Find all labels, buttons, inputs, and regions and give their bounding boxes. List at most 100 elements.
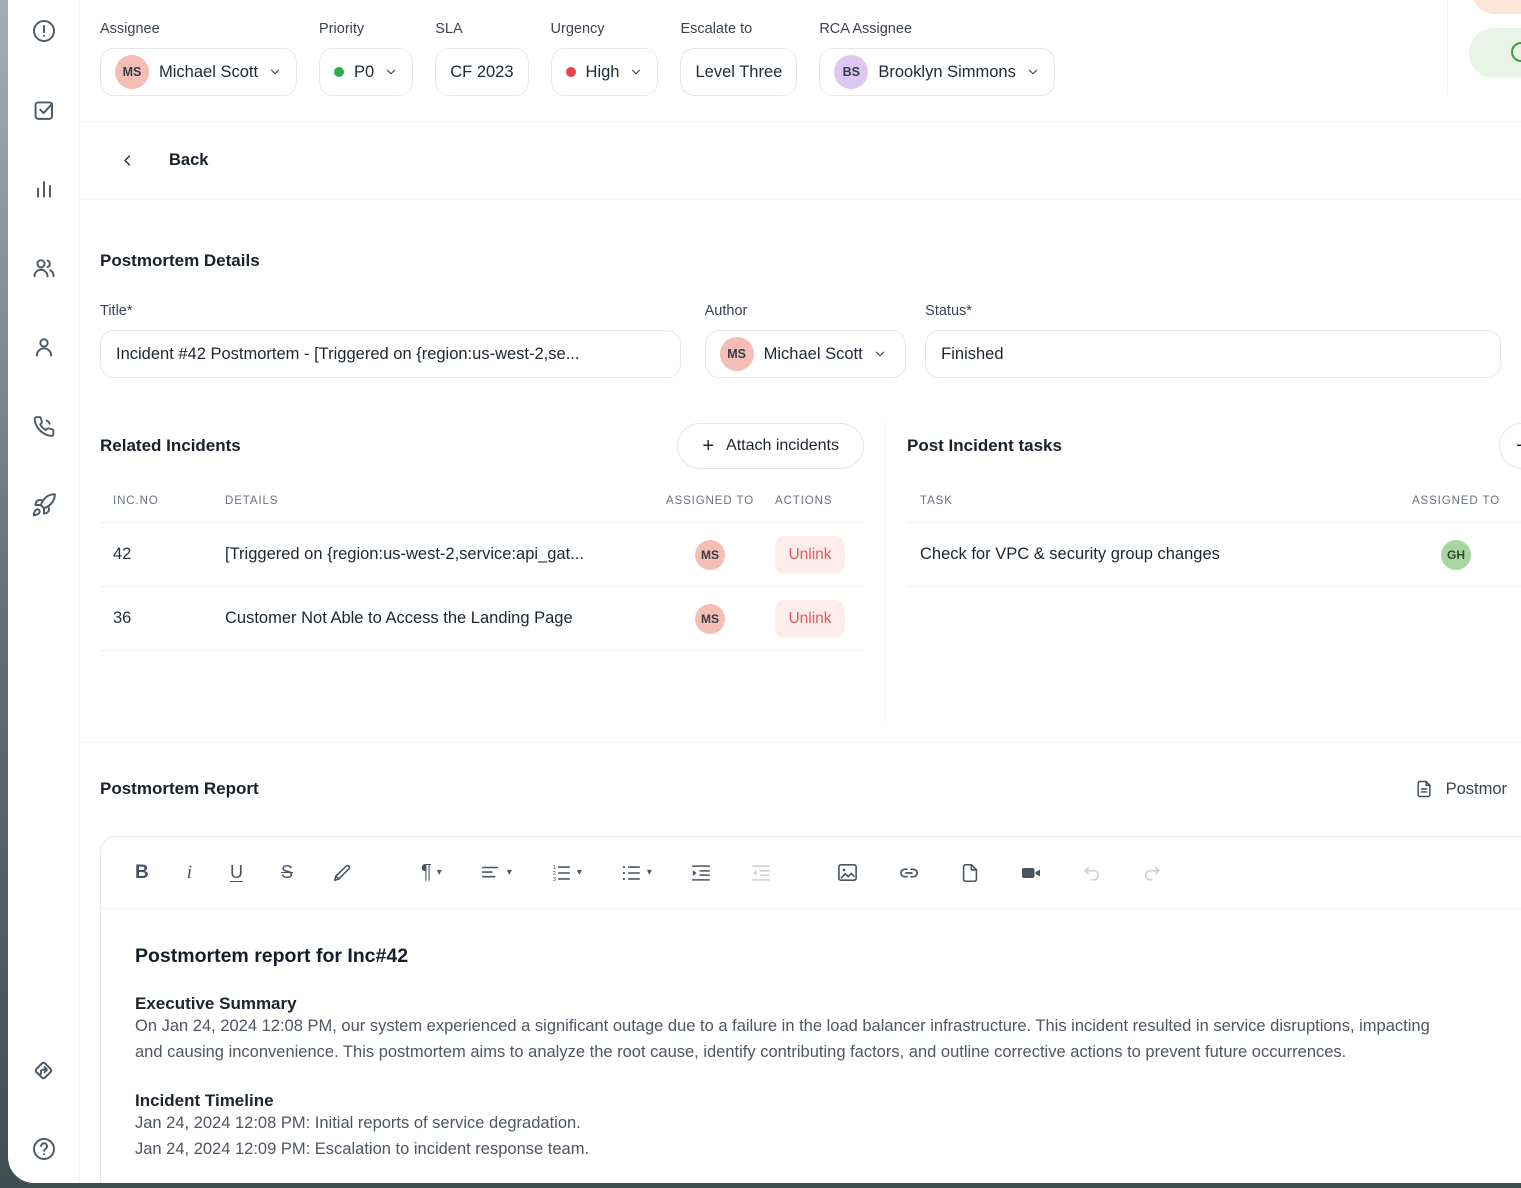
status-label: Status*	[925, 303, 1501, 319]
text-align-button[interactable]: ▾	[480, 862, 512, 884]
table-row: 42 [Triggered on {region:us-west-2,servi…	[100, 523, 863, 587]
priority-select[interactable]: P0	[319, 48, 413, 96]
rca-assignee-value: Brooklyn Simmons	[878, 63, 1016, 82]
phone-call-icon	[31, 414, 56, 439]
outdent-button[interactable]	[750, 862, 772, 884]
title-input[interactable]	[100, 330, 681, 378]
italic-button[interactable]: i	[187, 862, 192, 884]
sla-value-box[interactable]: CF 2023	[435, 48, 528, 96]
rca-assignee-select[interactable]: BS Brooklyn Simmons	[819, 48, 1055, 96]
urgency-dot-icon	[566, 67, 576, 77]
assignee-field: Assignee MS Michael Scott	[100, 21, 297, 121]
incidents-tasks-row: Related Incidents + Attach incidents INC…	[80, 417, 1521, 743]
insert-link-button[interactable]	[897, 861, 921, 885]
chevron-left-icon[interactable]	[120, 153, 135, 168]
postmortem-report-section: Postmortem Report Postmor B i U S ¶▾	[80, 779, 1521, 1183]
escalate-to-field: Escalate to Level Three	[680, 21, 797, 121]
sla-field: SLA CF 2023	[435, 21, 528, 121]
outdent-icon	[750, 862, 772, 884]
paragraph-line: and causing inconvenience. This postmort…	[135, 1040, 1521, 1066]
insert-image-button[interactable]	[836, 861, 859, 884]
attach-file-button[interactable]	[959, 862, 981, 884]
tasks-table-header: TASK ASSIGNED TO	[907, 469, 1521, 523]
topbar-cut-button-orange[interactable]	[1471, 0, 1521, 14]
attach-incidents-button[interactable]: + Attach incidents	[677, 423, 864, 469]
editor-document[interactable]: Postmortem report for Inc#42 Executive S…	[101, 909, 1521, 1162]
undo-button[interactable]	[1081, 862, 1103, 884]
rca-assignee-field: RCA Assignee BS Brooklyn Simmons	[819, 21, 1055, 121]
timeline-line: Jan 24, 2024 12:08 PM: Initial reports o…	[135, 1111, 1521, 1137]
incident-number: 42	[113, 545, 225, 564]
unlink-button[interactable]: Unlink	[775, 536, 845, 574]
underline-button[interactable]: U	[230, 862, 243, 883]
section-heading: Incident Timeline	[135, 1091, 1521, 1111]
escalate-to-value: Level Three	[695, 63, 782, 82]
urgency-select[interactable]: High	[551, 48, 659, 96]
redo-button[interactable]	[1141, 862, 1163, 884]
chevron-down-icon	[268, 65, 282, 79]
strikethrough-button[interactable]: S	[281, 862, 293, 883]
incident-number: 36	[113, 609, 225, 628]
indent-button[interactable]	[690, 862, 712, 884]
insert-video-button[interactable]	[1019, 861, 1043, 885]
sidebar-item-getting-started[interactable]	[30, 1056, 58, 1084]
user-icon	[31, 334, 57, 360]
sidebar-item-teams[interactable]	[30, 254, 58, 282]
navigation-diamond-icon	[30, 1057, 57, 1084]
highlighter-icon	[331, 862, 353, 884]
status-input[interactable]	[925, 330, 1501, 378]
video-camera-icon	[1019, 861, 1043, 885]
sidebar-item-help[interactable]	[30, 1135, 58, 1163]
topbar-divider	[1447, 0, 1448, 95]
incident-attribute-bar: Assignee MS Michael Scott Priority P0 SL…	[80, 0, 1521, 122]
plus-icon: +	[1516, 436, 1521, 456]
postmortem-template-label: Postmor	[1446, 780, 1507, 799]
document-section: Executive Summary On Jan 24, 2024 12:08 …	[135, 994, 1521, 1065]
avatar: MS	[115, 55, 149, 89]
escalate-to-value-box[interactable]: Level Three	[680, 48, 797, 96]
file-icon	[959, 862, 981, 884]
author-field: Author MS Michael Scott	[705, 303, 907, 378]
topbar-cut-button-green[interactable]	[1469, 28, 1521, 78]
sidebar	[8, 0, 80, 1183]
assigned-avatar: GH	[1441, 540, 1471, 570]
urgency-field: Urgency High	[551, 21, 659, 121]
bullet-list-button[interactable]: ▾	[620, 862, 652, 884]
sidebar-item-analytics[interactable]	[30, 175, 58, 203]
sidebar-item-oncall[interactable]	[30, 412, 58, 440]
priority-dot-icon	[334, 67, 344, 77]
bullet-list-icon	[620, 862, 642, 884]
paragraph-style-button[interactable]: ¶▾	[421, 861, 442, 884]
sidebar-item-incidents[interactable]	[30, 17, 58, 45]
postmortem-template-link[interactable]: Postmor	[1414, 779, 1507, 799]
bold-button[interactable]: B	[135, 862, 149, 884]
ordered-list-icon: 123	[550, 862, 572, 884]
sidebar-item-runbooks[interactable]	[30, 491, 58, 519]
ordered-list-button[interactable]: 123 ▾	[550, 862, 582, 884]
assigned-avatar: MS	[695, 540, 725, 570]
author-select[interactable]: MS Michael Scott	[705, 330, 907, 378]
chevron-down-icon	[629, 65, 643, 79]
escalate-to-label: Escalate to	[680, 21, 797, 37]
title-field: Title*	[100, 303, 681, 378]
highlighter-button[interactable]	[331, 862, 353, 884]
avatar: BS	[834, 55, 868, 89]
image-icon	[836, 861, 859, 884]
table-row: 36 Customer Not Able to Access the Landi…	[100, 587, 863, 651]
indent-icon	[690, 862, 712, 884]
task-check-icon	[31, 97, 57, 123]
postmortem-report-heading: Postmortem Report	[100, 779, 259, 799]
postmortem-details-heading: Postmortem Details	[100, 251, 1501, 271]
caret-down-icon: ▾	[577, 867, 582, 878]
post-incident-tasks-section: Post Incident tasks + TASK ASSIGNED TO C…	[885, 417, 1521, 742]
rca-assignee-label: RCA Assignee	[819, 21, 1055, 37]
section-heading: Executive Summary	[135, 994, 1521, 1014]
sidebar-item-users[interactable]	[30, 333, 58, 361]
unlink-button[interactable]: Unlink	[775, 600, 845, 638]
back-button[interactable]: Back	[169, 151, 208, 170]
sidebar-item-tasks[interactable]	[30, 96, 58, 124]
app-window: Assignee MS Michael Scott Priority P0 SL…	[8, 0, 1521, 1183]
assignee-select[interactable]: MS Michael Scott	[100, 48, 297, 96]
chevron-down-icon	[873, 347, 887, 361]
priority-label: Priority	[319, 21, 413, 37]
